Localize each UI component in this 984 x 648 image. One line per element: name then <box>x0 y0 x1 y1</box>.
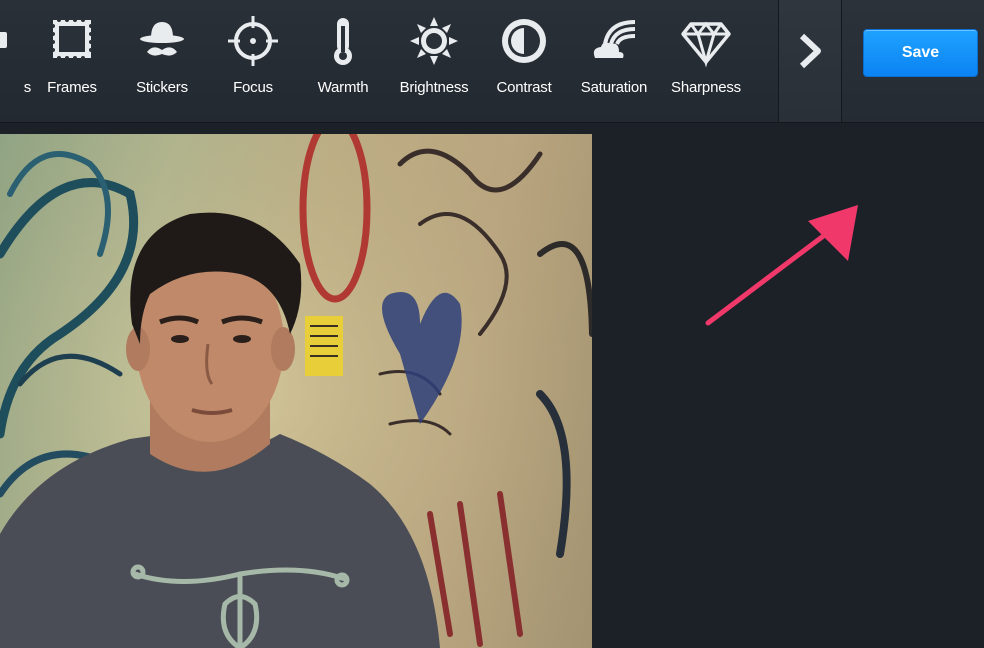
tool-label: Brightness <box>399 79 469 96</box>
tool-partial[interactable]: s <box>0 0 31 122</box>
rainbow-cloud-icon <box>587 14 641 68</box>
photo-illustration <box>0 134 592 648</box>
partial-tool-label: s <box>23 79 32 96</box>
tool-label: Focus <box>233 79 273 96</box>
tool-label: Stickers <box>136 79 188 96</box>
partial-tool-icon <box>0 14 27 68</box>
crosshair-icon <box>226 14 280 68</box>
thermometer-icon <box>316 14 370 68</box>
tool-brightness[interactable]: Brightness <box>400 0 469 122</box>
frame-icon <box>45 14 99 68</box>
tool-label: Saturation <box>580 79 648 96</box>
save-button[interactable]: Save <box>863 29 978 77</box>
tool-sharpness[interactable]: Sharpness <box>671 0 741 122</box>
hat-mustache-icon <box>135 14 189 68</box>
tool-frames[interactable]: Frames <box>42 0 102 122</box>
tool-label: Contrast <box>496 79 552 96</box>
next-tools-button[interactable] <box>779 0 841 122</box>
annotation-arrow-icon <box>705 205 858 326</box>
tool-contrast[interactable]: Contrast <box>494 0 554 122</box>
tool-label: Frames <box>47 79 97 96</box>
editor-canvas <box>0 123 984 648</box>
chevron-right-icon <box>799 33 821 69</box>
tool-stickers[interactable]: Stickers <box>132 0 192 122</box>
contrast-icon <box>497 14 551 68</box>
tool-focus[interactable]: Focus <box>223 0 283 122</box>
tool-warmth[interactable]: Warmth <box>313 0 373 122</box>
editor-toolbar: s Frames Stickers Focus Warmth Brightnes… <box>0 0 984 123</box>
sun-icon <box>407 14 461 68</box>
save-area: Save <box>842 0 984 122</box>
edited-photo[interactable] <box>0 134 592 648</box>
diamond-icon <box>679 14 733 68</box>
tool-saturation[interactable]: Saturation <box>580 0 648 122</box>
tool-label: Warmth <box>317 79 369 96</box>
tool-label: Sharpness <box>671 79 741 96</box>
